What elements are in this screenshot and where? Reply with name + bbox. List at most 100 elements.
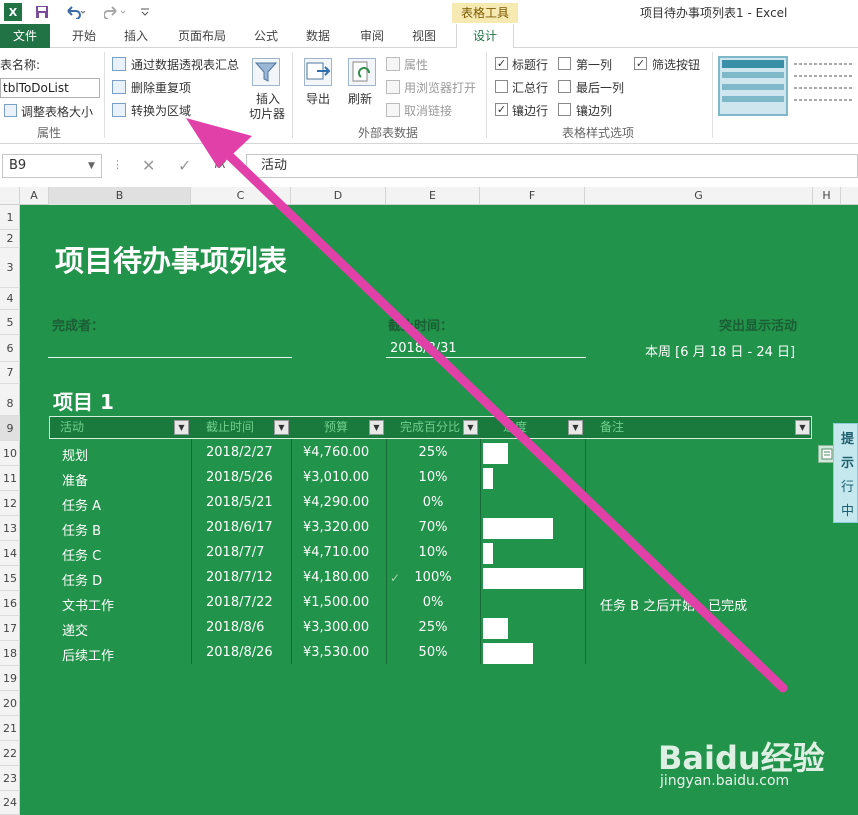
tab-data[interactable]: 数据 — [296, 24, 340, 48]
header-activity[interactable]: 活动 — [50, 417, 192, 438]
summarize-pivot-button[interactable]: 通过数据透视表汇总 — [131, 56, 239, 73]
cell-activity[interactable]: 任务 C — [62, 545, 101, 564]
convert-to-range-button[interactable]: 转换为区域 — [131, 102, 191, 119]
table-name-input[interactable]: tblToDoList — [0, 78, 100, 98]
cell-budget[interactable]: ¥3,300.00 — [303, 620, 369, 635]
table-style-option[interactable] — [792, 56, 856, 116]
cell-activity[interactable]: 规划 — [62, 445, 88, 464]
cell-activity[interactable]: 任务 D — [62, 570, 102, 589]
header-row-checkbox[interactable]: ✓ — [495, 57, 508, 70]
row-header[interactable]: 5 — [0, 310, 20, 335]
row-header[interactable]: 6 — [0, 335, 20, 362]
fx-icon[interactable]: fx — [214, 157, 226, 172]
properties-button[interactable]: 属性 — [404, 56, 428, 73]
row-header[interactable]: 24 — [0, 791, 20, 815]
cell-budget[interactable]: ¥3,010.00 — [303, 470, 369, 485]
banded-rows-checkbox[interactable]: ✓ — [495, 103, 508, 116]
cell-percent-done[interactable]: 100% — [386, 570, 480, 585]
cell-due-date[interactable]: 2018/5/21 — [206, 495, 273, 510]
export-button[interactable]: 导出 — [306, 90, 330, 107]
filter-dropdown-icon[interactable]: ▼ — [463, 420, 478, 435]
row-header[interactable]: 21 — [0, 716, 20, 741]
cell-budget[interactable]: ¥1,500.00 — [303, 595, 369, 610]
cell-percent-done[interactable]: 10% — [386, 470, 480, 485]
cell-due-date[interactable]: 2018/6/17 — [206, 520, 273, 535]
row-header[interactable]: 7 — [0, 362, 20, 384]
name-box-dropdown-icon[interactable]: ▼ — [88, 161, 95, 171]
banded-columns-checkbox[interactable] — [558, 103, 571, 116]
redo-icon[interactable] — [102, 3, 128, 21]
filter-dropdown-icon[interactable]: ▼ — [174, 420, 189, 435]
cell-due-date[interactable]: 2018/7/12 — [206, 570, 273, 585]
cell-due-date[interactable]: 2018/8/26 — [206, 645, 273, 660]
filter-dropdown-icon[interactable]: ▼ — [795, 420, 810, 435]
cell-due-date[interactable]: 2018/7/7 — [206, 545, 264, 560]
row-header[interactable]: 10 — [0, 441, 20, 466]
tab-page-layout[interactable]: 页面布局 — [170, 24, 234, 48]
cell-activity[interactable]: 任务 A — [62, 495, 101, 514]
tab-design[interactable]: 设计 — [456, 24, 514, 49]
cell-activity[interactable]: 后续工作 — [62, 645, 114, 664]
tab-file[interactable]: 文件 — [0, 24, 50, 48]
enter-icon[interactable]: ✓ — [178, 156, 191, 175]
column-header-h[interactable]: H — [813, 187, 841, 205]
row-header[interactable]: 22 — [0, 741, 20, 766]
cell-activity[interactable]: 任务 B — [62, 520, 101, 539]
cell-budget[interactable]: ¥4,710.00 — [303, 545, 369, 560]
cell-due-date[interactable]: 2018/7/22 — [206, 595, 273, 610]
save-icon[interactable] — [34, 3, 50, 21]
cancel-icon[interactable]: ✕ — [142, 156, 155, 175]
tab-home[interactable]: 开始 — [62, 24, 106, 48]
tab-view[interactable]: 视图 — [402, 24, 446, 48]
cell-budget[interactable]: ¥4,760.00 — [303, 445, 369, 460]
insert-slicer-label-2[interactable]: 切片器 — [249, 105, 285, 122]
cell-budget[interactable]: ¥4,180.00 — [303, 570, 369, 585]
remove-duplicates-button[interactable]: 删除重复项 — [131, 79, 191, 96]
select-all-corner[interactable] — [0, 187, 20, 205]
column-header-a[interactable]: A — [20, 187, 49, 205]
cell-note[interactable]: 任务 B 之后开始，已完成 — [600, 595, 747, 614]
row-header[interactable]: 8 — [0, 384, 20, 416]
column-header-d[interactable]: D — [291, 187, 386, 205]
cell-percent-done[interactable]: 0% — [386, 595, 480, 610]
last-column-checkbox[interactable] — [558, 80, 571, 93]
cell-percent-done[interactable]: 10% — [386, 545, 480, 560]
unlink-button[interactable]: 取消链接 — [404, 102, 452, 119]
column-header-b[interactable]: B — [49, 187, 191, 205]
undo-icon[interactable] — [62, 3, 88, 21]
tab-formulas[interactable]: 公式 — [244, 24, 288, 48]
cell-percent-done[interactable]: 50% — [386, 645, 480, 660]
filter-dropdown-icon[interactable]: ▼ — [568, 420, 583, 435]
cell-activity[interactable]: 递交 — [62, 620, 88, 639]
tab-review[interactable]: 审阅 — [350, 24, 394, 48]
row-header[interactable]: 9 — [0, 416, 20, 441]
row-header[interactable]: 16 — [0, 591, 20, 616]
cell-percent-done[interactable]: 70% — [386, 520, 480, 535]
cell-budget[interactable]: ¥3,320.00 — [303, 520, 369, 535]
cell-percent-done[interactable]: 0% — [386, 495, 480, 510]
cell-due-date[interactable]: 2018/5/26 — [206, 470, 273, 485]
row-header[interactable]: 14 — [0, 541, 20, 566]
refresh-button[interactable]: 刷新 — [348, 90, 372, 107]
header-notes[interactable]: 备注 — [586, 417, 811, 438]
cell-budget[interactable]: ¥3,530.00 — [303, 645, 369, 660]
filter-dropdown-icon[interactable]: ▼ — [274, 420, 289, 435]
total-row-checkbox[interactable] — [495, 80, 508, 93]
row-header[interactable]: 15 — [0, 566, 20, 591]
formula-input[interactable]: 活动 — [246, 154, 858, 178]
resize-table-button[interactable]: 调整表格大小 — [21, 103, 93, 120]
row-header[interactable]: 23 — [0, 766, 20, 791]
row-header[interactable]: 18 — [0, 641, 20, 666]
row-header[interactable]: 11 — [0, 466, 20, 491]
row-header[interactable]: 12 — [0, 491, 20, 516]
cell-percent-done[interactable]: 25% — [386, 445, 480, 460]
name-box[interactable]: B9 — [2, 154, 102, 178]
first-column-checkbox[interactable] — [558, 57, 571, 70]
column-header-c[interactable]: C — [191, 187, 291, 205]
tab-insert[interactable]: 插入 — [114, 24, 158, 48]
row-header[interactable]: 20 — [0, 691, 20, 716]
row-header[interactable]: 3 — [0, 248, 20, 288]
cell-activity[interactable]: 文书工作 — [62, 595, 114, 614]
column-header-g[interactable]: G — [585, 187, 813, 205]
cell-percent-done[interactable]: 25% — [386, 620, 480, 635]
